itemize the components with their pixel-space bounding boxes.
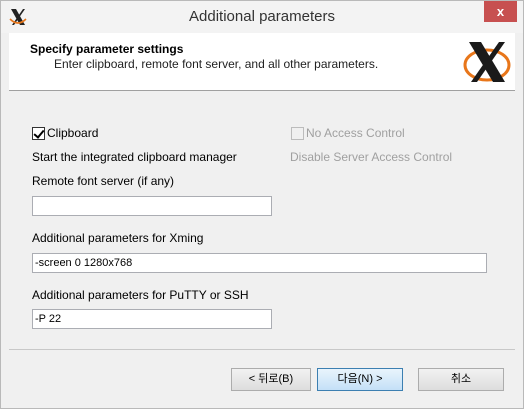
title-bar[interactable]: Additional parameters x <box>1 1 523 33</box>
clipboard-checkbox[interactable] <box>32 126 45 140</box>
footer-divider <box>9 349 515 350</box>
xming-logo-icon <box>463 42 511 82</box>
putty-params-input[interactable]: -P 22 <box>32 309 272 329</box>
font-server-input[interactable] <box>32 196 272 216</box>
dialog-window: Additional parameters x Specify paramete… <box>0 0 524 409</box>
xming-params-label: Additional parameters for Xming <box>32 231 204 245</box>
font-server-label: Remote font server (if any) <box>32 174 175 188</box>
clipboard-description: Start the integrated clipboard manager <box>32 150 237 164</box>
back-button[interactable]: < 뒤로(B) <box>231 368 311 391</box>
putty-params-label: Additional parameters for PuTTY or SSH <box>32 288 249 302</box>
no-access-control-option: No Access Control <box>291 126 405 140</box>
wizard-header: Specify parameter settings Enter clipboa… <box>9 33 515 91</box>
header-subtitle: Enter clipboard, remote font server, and… <box>54 57 379 71</box>
no-access-control-label: No Access Control <box>306 126 405 140</box>
close-button[interactable]: x <box>484 1 517 22</box>
cancel-button[interactable]: 취소 <box>418 368 504 391</box>
xming-params-input[interactable]: -screen 0 1280x768 <box>32 253 487 273</box>
header-title: Specify parameter settings <box>30 42 184 56</box>
access-control-description: Disable Server Access Control <box>290 150 453 164</box>
next-button[interactable]: 다음(N) > <box>317 368 403 391</box>
clipboard-label[interactable]: Clipboard <box>47 126 98 140</box>
clipboard-option[interactable]: Clipboard <box>32 126 98 140</box>
no-access-control-checkbox <box>291 126 304 140</box>
window-title: Additional parameters <box>189 8 335 25</box>
wizard-content: Clipboard Start the integrated clipboard… <box>9 92 515 349</box>
